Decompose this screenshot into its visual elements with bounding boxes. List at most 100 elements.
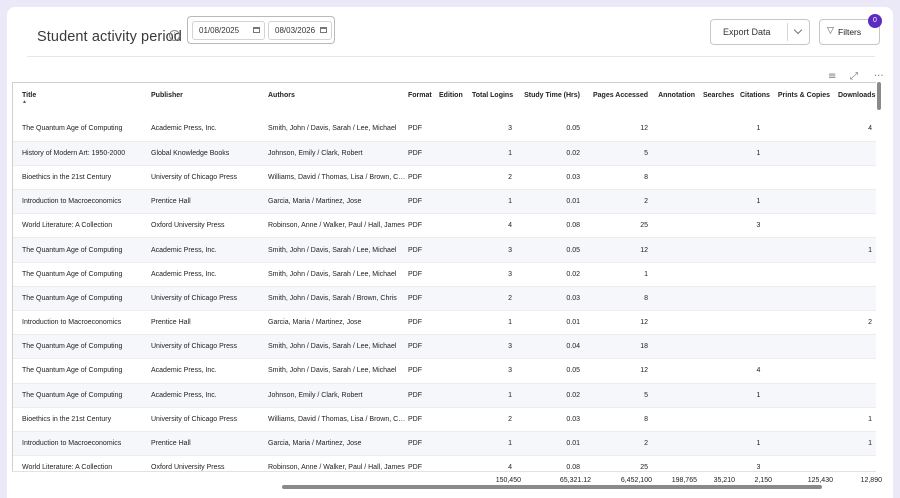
table-cell: 18 (588, 334, 656, 360)
column-header[interactable]: Study Time (Hrs) (520, 83, 588, 117)
table-cell (777, 189, 838, 215)
table-cell: 2 (472, 407, 520, 432)
table-row[interactable]: Bioethics in the 21st Century University … (13, 407, 876, 432)
table-cell (656, 286, 703, 312)
table-row[interactable]: Introduction to Macroeconomics Prentice H… (13, 189, 876, 215)
table-cell (656, 117, 703, 142)
table-cell: 5 (588, 383, 656, 408)
table-cell (838, 189, 876, 215)
horizontal-scrollbar[interactable] (282, 485, 822, 489)
table-cell: Introduction to Macroeconomics (13, 431, 151, 457)
info-circle-icon[interactable]: i (169, 30, 180, 41)
sort-ascending-icon[interactable]: ▲ (22, 100, 151, 105)
column-header[interactable]: Title ▲ (13, 83, 151, 117)
table-cell (656, 141, 703, 166)
start-date-field[interactable]: 01/08/2025 (192, 21, 265, 40)
table-cell: 12 (588, 117, 656, 142)
table-cell: 1 (472, 383, 520, 408)
header-divider (27, 56, 875, 57)
date-range-picker[interactable]: 01/08/2025 08/03/2026 (187, 16, 335, 44)
table-cell (703, 431, 740, 457)
table-cell (439, 117, 472, 142)
table-cell: 2 (472, 286, 520, 312)
table-cell (777, 286, 838, 312)
table-cell (838, 358, 876, 384)
table-cell: 2 (838, 310, 876, 336)
column-header[interactable]: Edition (439, 83, 472, 117)
table-cell: World Literature: A Collection (13, 213, 151, 239)
table-body: The Quantum Age of Computing Academic Pre… (13, 117, 876, 481)
table-cell (439, 237, 472, 263)
column-header[interactable]: Annotation (656, 83, 703, 117)
column-header[interactable]: Total Logins (472, 83, 520, 117)
table-row[interactable]: The Quantum Age of Computing Academic Pre… (13, 117, 876, 142)
table-row[interactable]: The Quantum Age of Computing Academic Pre… (13, 262, 876, 287)
column-header[interactable]: Authors (268, 83, 408, 117)
column-header[interactable]: Downloads (838, 83, 876, 117)
table-cell (439, 286, 472, 312)
table-row[interactable]: The Quantum Age of Computing University o… (13, 286, 876, 312)
calendar-icon[interactable] (320, 27, 327, 33)
chevron-down-icon[interactable] (793, 25, 803, 35)
end-date-field[interactable]: 08/03/2026 (268, 21, 332, 40)
table-cell (656, 213, 703, 239)
table-cell: PDF (408, 286, 439, 312)
table-cell: PDF (408, 431, 439, 457)
column-header[interactable]: Prints & Copies (777, 83, 838, 117)
column-header[interactable]: Citations (740, 83, 777, 117)
table-row[interactable]: The Quantum Age of Computing Academic Pre… (13, 383, 876, 408)
page-title: Student activity period (37, 29, 182, 45)
table-cell (656, 407, 703, 432)
table-row[interactable]: The Quantum Age of Computing University o… (13, 334, 876, 360)
expand-icon[interactable]: ⤢ (850, 71, 858, 82)
table-cell (703, 165, 740, 191)
table-row[interactable]: The Quantum Age of Computing Academic Pre… (13, 237, 876, 263)
table-cell: 1 (740, 117, 777, 142)
table-row[interactable]: Bioethics in the 21st Century University … (13, 165, 876, 191)
export-data-dropdown[interactable]: Export Data (710, 19, 810, 45)
table-cell: PDF (408, 334, 439, 360)
table-cell: Johnson, Emily / Clark, Robert (268, 383, 408, 408)
annotation-total: 198,765 (671, 477, 697, 484)
table-cell (703, 189, 740, 215)
export-data-label: Export Data (723, 27, 771, 37)
table-cell: 4 (740, 358, 777, 384)
table-cell: 1 (472, 310, 520, 336)
column-header[interactable]: Searches (703, 83, 740, 117)
filter-lines-icon[interactable]: ≡ (828, 71, 836, 82)
table-cell (777, 431, 838, 457)
table-cell: Introduction to Macroeconomics (13, 189, 151, 215)
table-cell: 1 (588, 262, 656, 287)
table-cell: Academic Press, Inc. (151, 383, 268, 408)
column-header[interactable]: Format (408, 83, 439, 117)
downloads-total: 12,890 (860, 477, 882, 484)
table-row[interactable]: Introduction to Macroeconomics Prentice H… (13, 431, 876, 457)
table-cell: Introduction to Macroeconomics (13, 310, 151, 336)
table-cell (439, 141, 472, 166)
searches-total: 35,210 (713, 477, 735, 484)
table-row[interactable]: World Literature: A Collection Oxford Uni… (13, 213, 876, 239)
table-cell: PDF (408, 310, 439, 336)
table-row[interactable]: History of Modern Art: 1950-2000 Global K… (13, 141, 876, 166)
table-cell: 0.05 (520, 237, 588, 263)
table-cell: Smith, John / Davis, Sarah / Lee, Michae… (268, 117, 408, 142)
table-cell: 1 (740, 141, 777, 166)
table-row[interactable]: Introduction to Macroeconomics Prentice H… (13, 310, 876, 336)
table-cell (656, 189, 703, 215)
table-cell (838, 213, 876, 239)
vertical-scrollbar[interactable] (877, 82, 881, 110)
table-cell: 1 (740, 431, 777, 457)
table-cell: 0.01 (520, 431, 588, 457)
table-cell: 4 (838, 117, 876, 142)
table-cell (439, 431, 472, 457)
more-horizontal-icon[interactable]: ··· (874, 71, 884, 82)
calendar-icon[interactable] (253, 27, 260, 33)
table-cell (439, 213, 472, 239)
pages-accessed-total: 6,452,100 (620, 477, 652, 484)
table-cell: History of Modern Art: 1950-2000 (13, 141, 151, 166)
table-cell: Garcia, Maria / Martinez, Jose (268, 310, 408, 336)
table-cell: Academic Press, Inc. (151, 358, 268, 384)
column-header[interactable]: Pages Accessed (588, 83, 656, 117)
column-header[interactable]: Publisher (151, 83, 268, 117)
table-row[interactable]: The Quantum Age of Computing Academic Pre… (13, 358, 876, 384)
